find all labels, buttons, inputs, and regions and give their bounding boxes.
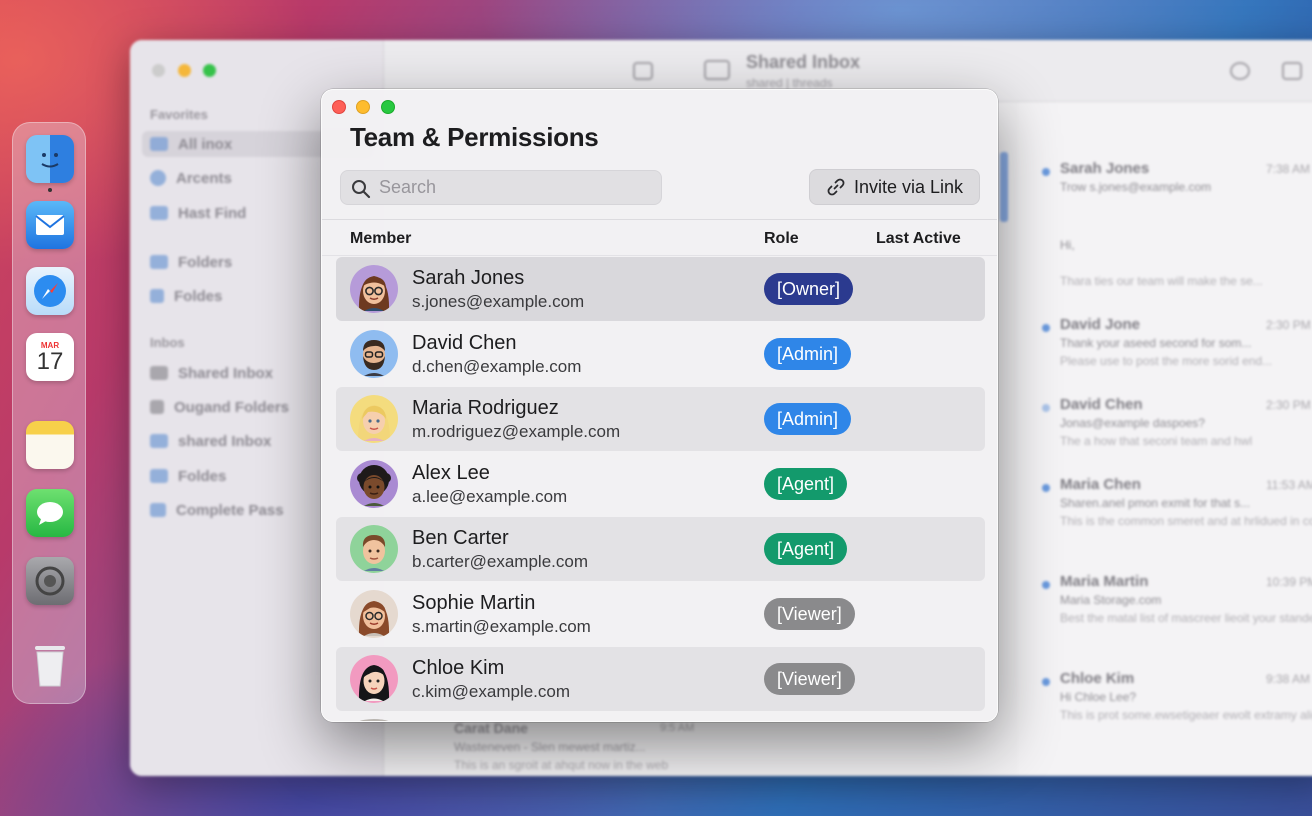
invite-via-link-button[interactable]: Invite via Link xyxy=(809,169,980,205)
member-email: s.jones@example.com xyxy=(412,292,585,311)
avatar xyxy=(350,395,398,443)
zoom-button[interactable] xyxy=(381,100,395,114)
table-row[interactable]: Chloe Kim c.kim@example.com [Viewer] xyxy=(336,647,985,711)
sidebar-item-complete-pass[interactable]: Complete Pass xyxy=(150,497,284,523)
sidebar-item-folders[interactable]: Folders xyxy=(150,249,232,275)
member-name: Maria Rodriguez xyxy=(412,397,559,419)
table-row[interactable]: David Chen d.chen@example.com [Admin] xyxy=(336,322,985,386)
link-icon xyxy=(827,178,845,196)
column-header-role[interactable]: Role xyxy=(764,230,799,248)
member-name: Sarah Jones xyxy=(412,267,525,289)
sidebar-item-find[interactable]: Hast Find xyxy=(150,200,246,226)
trash-icon[interactable] xyxy=(26,641,74,689)
calendar-icon[interactable]: MAR 17 xyxy=(26,333,74,381)
member-email: m.rodriguez@example.com xyxy=(412,422,621,441)
table-row[interactable]: Maria Rodriguez m.rodriguez@example.com … xyxy=(336,387,985,451)
column-header-last-active[interactable]: Last Active xyxy=(876,230,961,248)
sidebar-item-ougand-folders[interactable]: Ougand Folders xyxy=(150,394,289,420)
avatar xyxy=(350,655,398,703)
member-email: c.kim@example.com xyxy=(412,682,571,701)
dock: MAR 17 xyxy=(12,122,86,704)
messages-icon[interactable] xyxy=(26,489,74,537)
sidebar-item-recents[interactable]: Arcents xyxy=(150,165,232,191)
sidebar-item-shared-inbox-2[interactable]: shared Inbox xyxy=(150,428,271,454)
sidebar-item-foldes[interactable]: Foldes xyxy=(150,283,222,309)
divider xyxy=(322,219,997,220)
table-row[interactable]: Sarah Jones s.jones@example.com [Owner] xyxy=(336,257,985,321)
background-window-subtitle: shared | threads xyxy=(746,76,833,90)
search-input[interactable] xyxy=(379,171,649,204)
member-name: Alex Lee xyxy=(412,462,490,484)
column-header-member[interactable]: Member xyxy=(350,230,411,248)
role-badge[interactable]: [Admin] xyxy=(764,403,852,435)
role-badge[interactable]: [Owner] xyxy=(764,273,854,305)
avatar xyxy=(350,590,398,638)
minimize-button[interactable] xyxy=(356,100,370,114)
member-name: Ben Carter xyxy=(412,527,509,549)
search-field[interactable] xyxy=(340,170,662,205)
team-permissions-dialog: Team & Permissions Invite via Link Membe… xyxy=(321,89,998,722)
member-name: David Chen xyxy=(412,332,517,354)
table-row[interactable]: Sophie Martin s.martin@example.com [View… xyxy=(336,582,985,646)
settings-icon[interactable] xyxy=(26,557,74,605)
role-badge[interactable]: [Viewer] xyxy=(764,598,855,630)
compose-icon[interactable] xyxy=(1282,62,1302,80)
role-badge[interactable]: [Viewer] xyxy=(764,663,855,695)
avatar xyxy=(350,719,398,721)
invite-button-label: Invite via Link xyxy=(853,176,964,197)
sidebar-item-shared-inbox[interactable]: Shared Inbox xyxy=(150,360,273,386)
refresh-icon[interactable] xyxy=(1230,62,1250,80)
sidebar-section-inboxes: Inbos xyxy=(150,335,185,350)
dialog-title: Team & Permissions xyxy=(350,122,599,152)
table-row[interactable]: Alex Lee a.lee@example.com [Agent] xyxy=(336,452,985,516)
avatar xyxy=(350,525,398,573)
member-name: Sophie Martin xyxy=(412,592,536,614)
avatar xyxy=(350,330,398,378)
role-badge[interactable]: [Agent] xyxy=(764,533,848,565)
member-email: b.carter@example.com xyxy=(412,552,588,571)
role-badge[interactable]: [Admin] xyxy=(764,338,852,370)
header-divider xyxy=(322,255,997,256)
avatar xyxy=(350,265,398,313)
member-name: Chloe Kim xyxy=(412,657,505,679)
safari-icon[interactable] xyxy=(26,267,74,315)
member-email: d.chen@example.com xyxy=(412,357,582,376)
member-email: s.martin@example.com xyxy=(412,617,591,636)
sidebar-toggle-icon[interactable] xyxy=(633,62,653,80)
background-window-title: Shared Inbox xyxy=(746,52,861,72)
folder-icon xyxy=(704,60,730,80)
role-badge[interactable]: [Agent] xyxy=(764,468,848,500)
calendar-day: 17 xyxy=(36,347,64,375)
mail-icon[interactable] xyxy=(26,201,74,249)
finder-icon[interactable] xyxy=(26,135,74,183)
member-email: a.lee@example.com xyxy=(412,487,568,506)
table-row[interactable]: Ben Carter b.carter@example.com [Agent] xyxy=(336,517,985,581)
search-icon xyxy=(352,180,371,199)
notes-icon[interactable] xyxy=(26,421,74,469)
sidebar-item-foldes-2[interactable]: Foldes xyxy=(150,463,226,489)
sidebar-section-favorites: Favorites xyxy=(150,107,208,122)
background-message-list: Sarah Jones 7:38 AM Trow s.jones@example… xyxy=(1018,102,1312,776)
avatar xyxy=(350,460,398,508)
close-button[interactable] xyxy=(332,100,346,114)
